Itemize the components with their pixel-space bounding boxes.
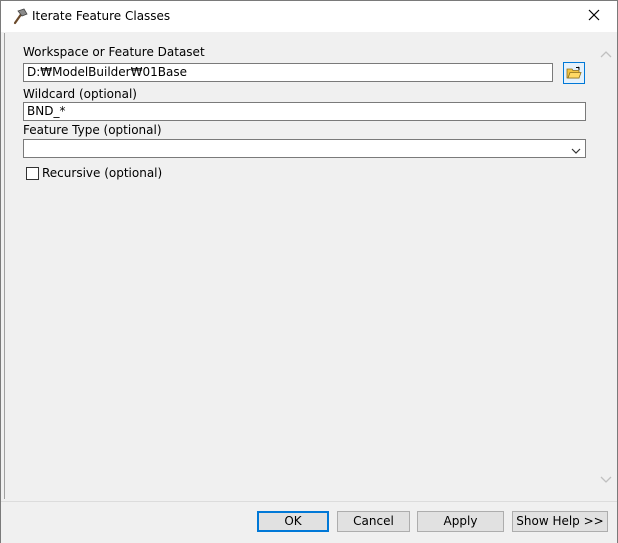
- dialog-window: Iterate Feature Classes Workspace or Fea…: [0, 0, 618, 543]
- vertical-scrollbar[interactable]: [597, 33, 615, 499]
- close-icon: [588, 9, 600, 24]
- chevron-up-icon[interactable]: [600, 47, 612, 58]
- browse-button[interactable]: [563, 62, 585, 84]
- ok-button[interactable]: OK: [257, 511, 329, 532]
- hammer-icon: [10, 8, 28, 26]
- wildcard-label: Wildcard (optional): [23, 87, 137, 101]
- feature-type-select[interactable]: [23, 139, 586, 158]
- chevron-down-icon: [571, 144, 581, 158]
- button-bar: OK Cancel Apply Show Help >>: [1, 501, 617, 543]
- workspace-label: Workspace or Feature Dataset: [23, 45, 205, 59]
- chevron-down-icon[interactable]: [600, 473, 612, 483]
- cancel-button[interactable]: Cancel: [337, 511, 410, 532]
- apply-button[interactable]: Apply: [417, 511, 504, 532]
- wildcard-input[interactable]: BND_*: [23, 102, 586, 121]
- workspace-input[interactable]: D:₩ModelBuilder₩01Base: [23, 63, 553, 82]
- feature-type-label: Feature Type (optional): [23, 123, 162, 137]
- close-button[interactable]: [571, 1, 617, 32]
- recursive-label: Recursive (optional): [42, 166, 163, 180]
- recursive-checkbox[interactable]: [26, 167, 39, 180]
- title-bar[interactable]: Iterate Feature Classes: [1, 1, 617, 32]
- window-title: Iterate Feature Classes: [32, 9, 171, 23]
- show-help-button[interactable]: Show Help >>: [512, 511, 608, 532]
